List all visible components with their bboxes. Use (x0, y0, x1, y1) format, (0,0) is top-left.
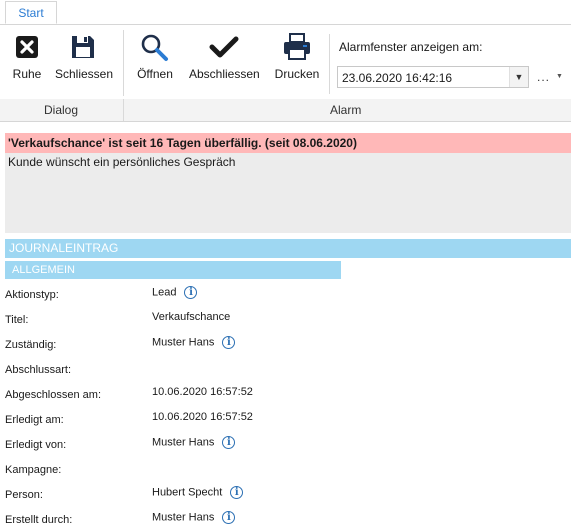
chevron-down-icon[interactable]: ▼ (509, 67, 528, 87)
abschliessen-button[interactable]: Abschliessen (189, 32, 260, 81)
ruhe-button[interactable]: Ruhe (9, 32, 45, 81)
field-label: Person: (5, 489, 43, 501)
field-label: Aktionstyp: (5, 289, 59, 301)
schliessen-label: Schliessen (55, 67, 114, 81)
field-label: Erledigt von: (5, 439, 67, 451)
alarm-header: 'Verkaufschance' ist seit 16 Tagen überf… (5, 133, 571, 153)
oeffnen-label: Öffnen (137, 67, 173, 81)
ribbon-separator (123, 99, 124, 121)
alarm-datetime-value: 23.06.2020 16:42:16 (342, 71, 453, 85)
field-value: 10.06.2020 16:57:52 (152, 386, 253, 398)
abschliessen-label: Abschliessen (189, 67, 260, 81)
group-label-dialog: Dialog (44, 103, 79, 117)
info-icon[interactable]: i (230, 486, 244, 499)
ribbon-separator (329, 34, 330, 94)
field-label: Zuständig: (5, 339, 57, 351)
field-value: 10.06.2020 16:57:52 (152, 411, 253, 423)
field-value-wrapper: 10.06.2020 16:57:52 (152, 386, 253, 398)
group-label-alarm: Alarm (330, 103, 362, 117)
drucken-button[interactable]: Drucken (272, 32, 322, 81)
info-icon[interactable]: i (222, 436, 236, 449)
field-value: Muster Hans (152, 511, 215, 524)
field-label: Erstellt durch: (5, 514, 73, 526)
field-label: Titel: (5, 314, 29, 326)
ruhe-label: Ruhe (12, 67, 42, 81)
field-value-wrapper: Muster Hans i (152, 336, 236, 349)
info-icon[interactable]: i (222, 511, 236, 524)
close-x-icon (16, 36, 38, 58)
drucken-label: Drucken (274, 67, 320, 81)
alarm-window-label: Alarmfenster anzeigen am: (339, 40, 483, 54)
field-value: Lead (152, 286, 177, 299)
schliessen-button[interactable]: Schliessen (55, 32, 114, 81)
tab-start[interactable]: Start (5, 1, 57, 24)
save-icon (72, 36, 94, 58)
field-label: Erledigt am: (5, 414, 64, 426)
ribbon-tab-strip: Start (0, 0, 571, 25)
field-value-wrapper: Muster Hans i (152, 436, 236, 449)
field-value: Muster Hans (152, 436, 215, 449)
checkmark-icon (209, 36, 239, 58)
field-value-wrapper: Hubert Specht i (152, 486, 244, 499)
field-value-wrapper: 10.06.2020 16:57:52 (152, 411, 253, 423)
field-value: Hubert Specht (152, 486, 223, 499)
info-icon[interactable]: i (184, 286, 198, 299)
field-value: Muster Hans (152, 336, 215, 349)
search-icon (141, 34, 168, 61)
field-label: Abgeschlossen am: (5, 389, 101, 401)
oeffnen-button[interactable]: Öffnen (134, 32, 176, 81)
more-options-button[interactable]: ... (537, 70, 550, 84)
alarm-datetime-select[interactable]: 23.06.2020 16:42:16 ▼ (337, 66, 529, 88)
journal-section-header: JOURNALEINTRAG (5, 239, 571, 258)
info-icon[interactable]: i (222, 336, 236, 349)
field-label: Abschlussart: (5, 364, 72, 376)
field-label: Kampagne: (5, 464, 62, 476)
field-value-wrapper: Muster Hans i (152, 511, 236, 524)
alarm-body: Kunde wünscht ein persönliches Gespräch (5, 153, 571, 233)
ribbon-separator (123, 30, 124, 96)
field-value: Verkaufschance (152, 311, 231, 323)
caret-down-icon[interactable]: ▼ (556, 73, 563, 80)
field-value-wrapper: Lead i (152, 286, 198, 299)
field-value-wrapper: Verkaufschance (152, 311, 230, 323)
ribbon-group-label-bar (0, 99, 571, 121)
allgemein-subsection-header: ALLGEMEIN (5, 261, 341, 279)
printer-icon (284, 33, 310, 60)
